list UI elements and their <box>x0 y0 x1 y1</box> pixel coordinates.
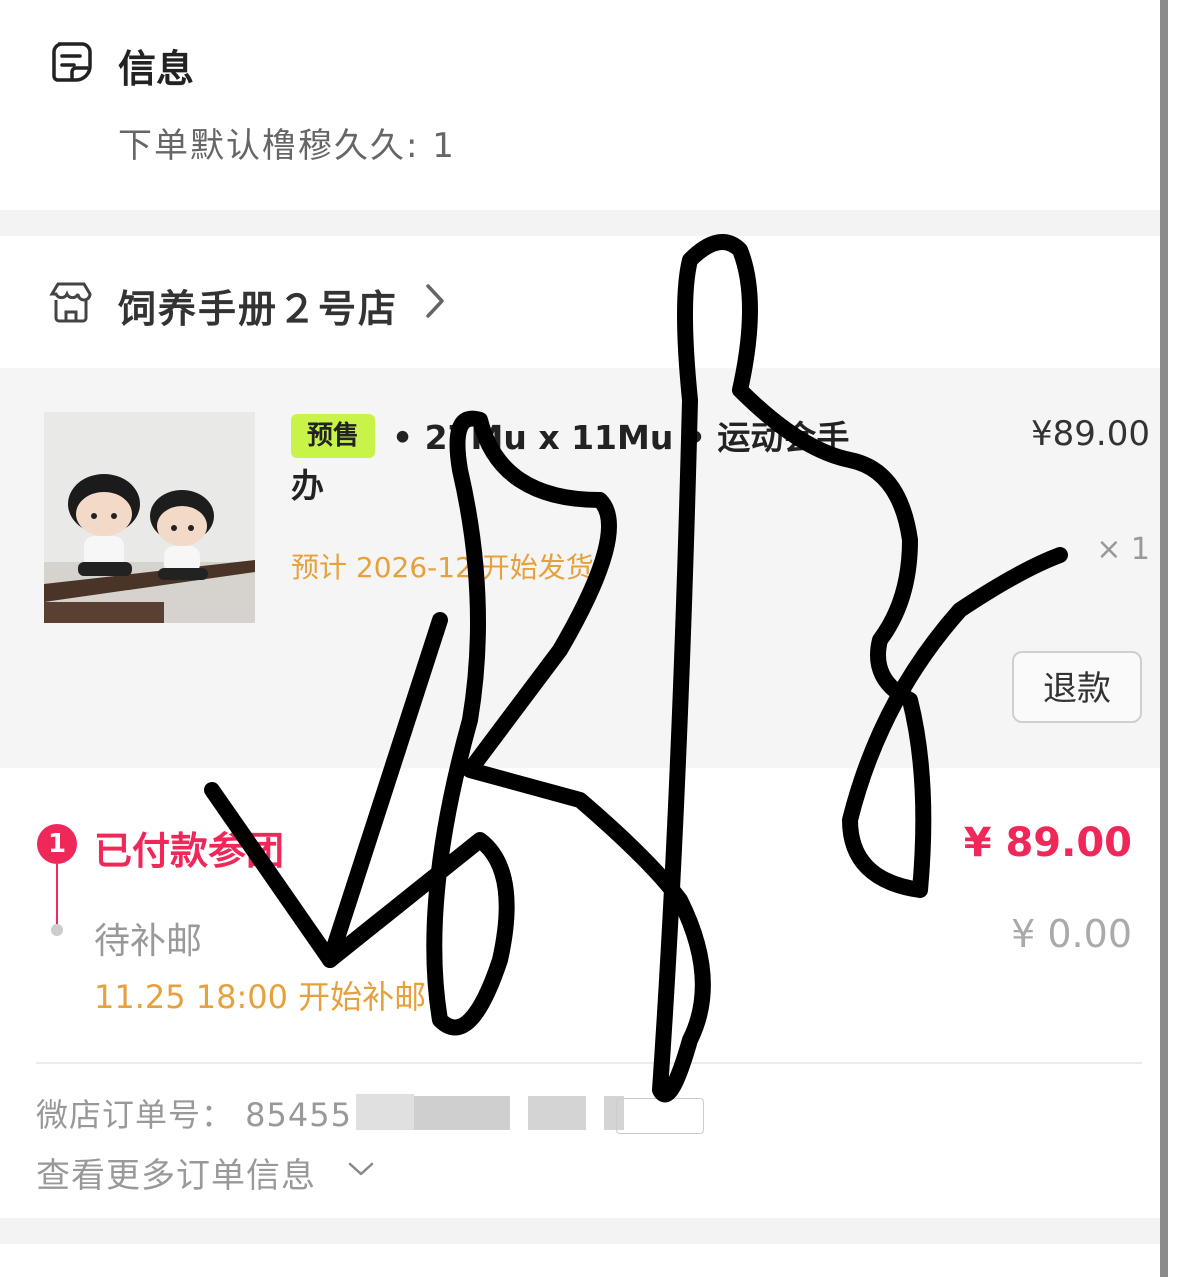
ship-date: 预计 2026-12 开始发货 <box>291 551 594 584</box>
redaction-block <box>356 1094 414 1130</box>
goods-title[interactable]: • 27Mu x 11Mu • 运动会手 <box>392 414 862 462</box>
refund-button[interactable]: 退款 <box>1012 651 1142 723</box>
redaction-block <box>414 1096 510 1130</box>
step-number-badge: 1 <box>37 824 77 864</box>
redaction-block <box>528 1096 586 1130</box>
more-order-info[interactable]: 查看更多订单信息 <box>36 1148 316 1197</box>
divider <box>36 1062 1142 1064</box>
product-thumbnail[interactable] <box>44 412 255 623</box>
step2-label: 待补邮 <box>94 921 203 962</box>
step-connector <box>56 864 58 926</box>
step1-label: 已付款参团 <box>94 829 285 873</box>
chevron-down-icon[interactable] <box>346 1158 376 1180</box>
goods-title-continued[interactable]: 办 <box>291 462 324 510</box>
section-gap <box>0 1218 1160 1244</box>
section-gap <box>0 210 1160 236</box>
note-icon <box>52 42 92 82</box>
figure-image <box>44 412 255 623</box>
step2-amount: ¥ 0.00 <box>1011 912 1132 956</box>
chevron-right-icon[interactable] <box>420 280 450 322</box>
copy-button[interactable] <box>616 1098 704 1134</box>
scrollbar-track[interactable] <box>1160 0 1168 1277</box>
info-default-line: 下单默认橹穆久久: 1 <box>118 126 456 166</box>
step2-note: 11.25 18:00 开始补邮 <box>94 978 427 1016</box>
step-dot <box>51 924 63 936</box>
info-title: 信息 <box>118 47 195 91</box>
goods-price: ¥89.00 <box>1031 414 1150 454</box>
shop-icon <box>49 282 92 323</box>
step1-amount: ¥ 89.00 <box>963 820 1132 866</box>
shop-name[interactable]: 饲养手册２号店 <box>118 278 398 333</box>
order-number: 微店订单号： 85455 <box>36 1096 352 1134</box>
right-edge <box>1168 0 1179 1277</box>
goods-quantity: × 1 <box>1096 532 1150 567</box>
presale-badge: 预售 <box>291 414 375 458</box>
